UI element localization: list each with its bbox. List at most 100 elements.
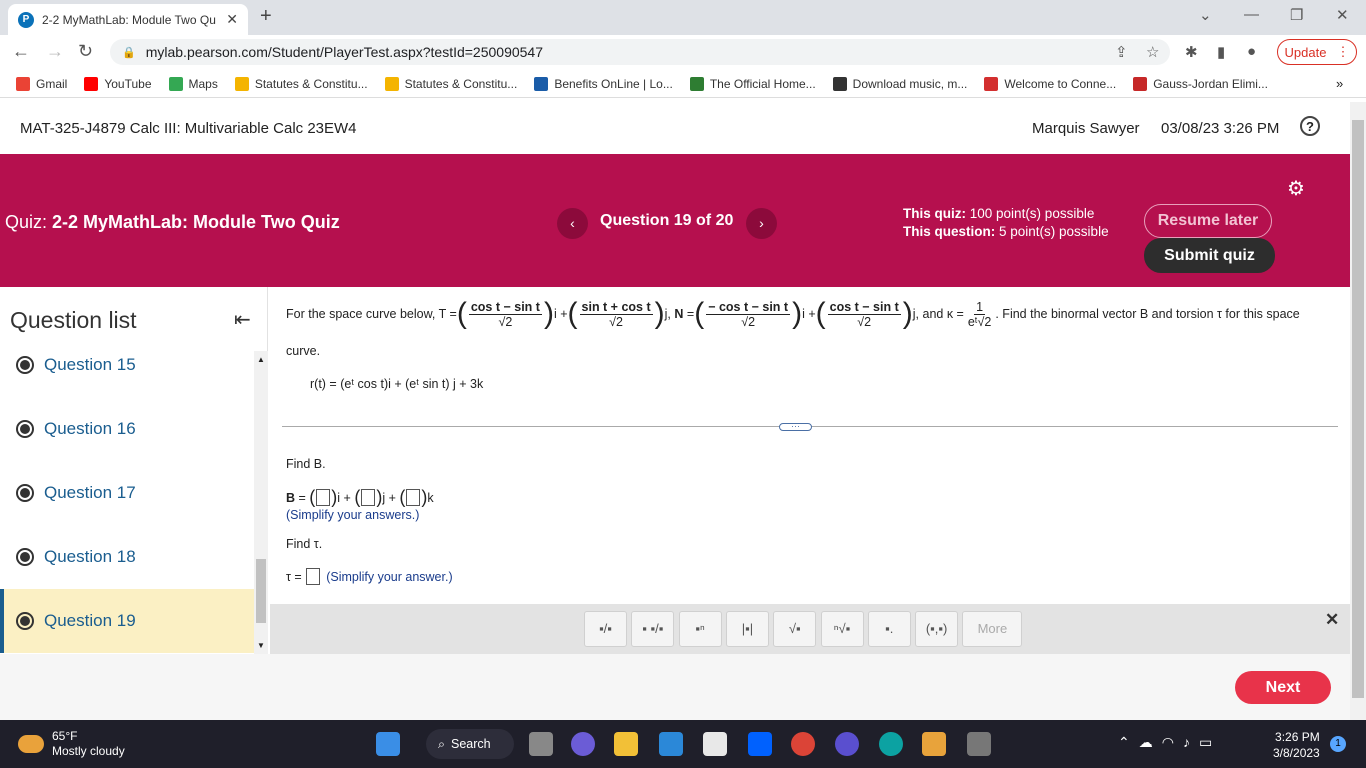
page-scroll-thumb[interactable] xyxy=(1352,120,1364,698)
sidebar-scroll-thumb[interactable] xyxy=(256,559,266,623)
restore-icon[interactable]: ❐ xyxy=(1290,6,1303,24)
help-icon[interactable]: ? xyxy=(1300,116,1320,136)
more-bookmarks-icon[interactable]: » xyxy=(1336,76,1343,91)
start-icon[interactable] xyxy=(376,732,400,756)
previous-question-button[interactable]: ‹ xyxy=(557,208,588,239)
address-bar[interactable]: 🔒 mylab.pearson.com/Student/PlayerTest.a… xyxy=(110,39,1170,65)
resume-later-button[interactable]: Resume later xyxy=(1144,204,1272,238)
system-tray[interactable]: ⌃ ☁ ◠ ♪ ▭ xyxy=(1118,734,1212,751)
share-icon[interactable]: ⇪ xyxy=(1115,43,1128,61)
bookmark-item[interactable]: Statutes & Constitu... xyxy=(384,76,517,91)
bookmark-icon xyxy=(234,76,249,91)
collapse-sidebar-icon[interactable]: ⇤ xyxy=(234,307,251,332)
sidebar-item-question[interactable]: Question 18 xyxy=(0,525,254,589)
dropbox-icon[interactable] xyxy=(748,732,772,756)
math-palette-button[interactable]: More xyxy=(962,611,1023,647)
scroll-up-icon[interactable]: ▲ xyxy=(257,355,265,364)
math-palette: ▪/▪ ▪ ▪/▪ ▪ⁿ |▪| √▪ ⁿ√▪ ▪. (▪,▪) More ✕ xyxy=(270,604,1350,654)
b-i-input[interactable] xyxy=(316,489,331,506)
next-button[interactable]: Next xyxy=(1235,671,1331,704)
bookmark-item[interactable]: The Official Home... xyxy=(689,76,816,91)
close-palette-icon[interactable]: ✕ xyxy=(1325,610,1339,630)
minimize-icon[interactable]: — xyxy=(1244,6,1259,23)
find-b-prompt: Find B. xyxy=(286,457,326,471)
simplify-hint-2: (Simplify your answer.) xyxy=(326,569,453,584)
back-icon[interactable]: ← xyxy=(12,41,30,62)
bookmark-item[interactable]: Gauss-Jordan Elimi... xyxy=(1133,76,1268,91)
taskbar-search[interactable]: ⌕ Search xyxy=(426,729,514,759)
bookmark-star-icon[interactable]: ☆ xyxy=(1146,43,1159,61)
mail-icon[interactable] xyxy=(659,732,683,756)
new-tab-icon[interactable]: + xyxy=(260,5,272,28)
math-palette-button[interactable]: ▪. xyxy=(867,611,911,647)
math-palette-button[interactable]: ▪ⁿ xyxy=(678,611,722,647)
math-palette-button[interactable]: ⁿ√▪ xyxy=(820,611,864,647)
sidebar-item-question[interactable]: Question 15 xyxy=(0,333,254,397)
chat-icon[interactable] xyxy=(571,732,595,756)
battery-icon: ▭ xyxy=(1198,734,1213,750)
quiz-banner: ⚙ Quiz: 2-2 MyMathLab: Module Two Quiz ‹… xyxy=(0,154,1350,287)
side-panel-icon[interactable]: ▮ xyxy=(1217,43,1225,61)
quiz-title: Quiz: 2-2 MyMathLab: Module Two Quiz xyxy=(5,212,340,232)
clock[interactable]: 3:26 PM 3/8/2023 xyxy=(1273,729,1320,761)
profile-icon[interactable]: ● xyxy=(1247,43,1256,60)
radio-icon xyxy=(16,420,34,438)
b-j-input[interactable] xyxy=(361,489,376,506)
browser-tab[interactable]: P 2-2 MyMathLab: Module Two Qu ✕ xyxy=(8,4,248,35)
update-label: Update xyxy=(1284,44,1327,60)
footer: Next xyxy=(0,654,1350,720)
bookmark-item[interactable]: Download music, m... xyxy=(832,76,967,91)
calculator-icon[interactable] xyxy=(967,732,991,756)
bookmark-item[interactable]: Maps xyxy=(168,76,218,91)
sidebar-item-question[interactable]: Question 17 xyxy=(0,461,254,525)
tab-search-icon[interactable]: ⌄ xyxy=(1199,6,1212,24)
question-list-sidebar: Question list ⇤ Question 15 Question 16 Qu… xyxy=(0,287,268,654)
bookmark-item[interactable]: Benefits OnLine | Lo... xyxy=(534,76,673,91)
bookmark-item[interactable]: Gmail xyxy=(16,76,67,91)
cloud-icon: ☁ xyxy=(1138,734,1153,750)
bookmark-icon xyxy=(984,76,999,91)
store-icon[interactable] xyxy=(703,732,727,756)
menu-kebab-icon: ⋮ xyxy=(1336,44,1350,59)
math-palette-button[interactable]: √▪ xyxy=(773,611,817,647)
close-window-icon[interactable]: ✕ xyxy=(1336,6,1349,24)
course-title: MAT-325-J4879 Calc III: Multivariable Ca… xyxy=(20,120,357,137)
sidebar-item-question[interactable]: Question 16 xyxy=(0,397,254,461)
weather-widget[interactable]: 65°F Mostly cloudy xyxy=(18,729,125,759)
task-view-icon[interactable] xyxy=(529,732,553,756)
bookmark-item[interactable]: Statutes & Constitu... xyxy=(234,76,368,91)
tau-answer-row: τ = (Simplify your answer.) xyxy=(286,568,453,585)
math-palette-button[interactable]: ▪/▪ xyxy=(584,611,627,647)
user-name: Marquis Sawyer xyxy=(1032,120,1140,137)
math-palette-button[interactable]: ▪ ▪/▪ xyxy=(631,611,675,647)
radio-icon xyxy=(16,484,34,502)
math-palette-button[interactable]: |▪| xyxy=(725,611,769,647)
expand-handle[interactable]: ··· xyxy=(779,422,812,431)
b-k-input[interactable] xyxy=(406,489,421,506)
math-palette-button[interactable]: (▪,▪) xyxy=(915,611,959,647)
chrome-icon[interactable] xyxy=(791,732,815,756)
bookmark-icon xyxy=(384,76,399,91)
file-explorer-icon[interactable] xyxy=(614,732,638,756)
bookmark-icon xyxy=(16,76,30,91)
notification-badge[interactable]: 1 xyxy=(1330,736,1346,752)
scroll-down-icon[interactable]: ▼ xyxy=(257,641,265,650)
app-icon[interactable] xyxy=(835,732,859,756)
media-icon[interactable] xyxy=(922,732,946,756)
bookmark-item[interactable]: Welcome to Conne... xyxy=(984,76,1116,91)
reload-icon[interactable]: ↻ xyxy=(78,41,93,62)
bookmark-icon xyxy=(168,76,183,91)
update-button[interactable]: Update ⋮ xyxy=(1277,39,1357,65)
close-tab-icon[interactable]: ✕ xyxy=(226,11,238,28)
edge-icon[interactable] xyxy=(879,732,903,756)
tau-input[interactable] xyxy=(306,568,321,585)
sidebar-item-question[interactable]: Question 19 xyxy=(0,589,254,653)
submit-quiz-button[interactable]: Submit quiz xyxy=(1144,238,1275,273)
lock-icon: 🔒 xyxy=(122,46,136,59)
forward-icon[interactable]: → xyxy=(46,41,64,62)
radio-icon xyxy=(16,356,34,374)
settings-gear-icon[interactable]: ⚙ xyxy=(1287,176,1305,201)
extensions-icon[interactable]: ✱ xyxy=(1185,43,1198,61)
next-question-arrow-button[interactable]: › xyxy=(746,208,777,239)
bookmark-item[interactable]: YouTube xyxy=(84,76,152,91)
